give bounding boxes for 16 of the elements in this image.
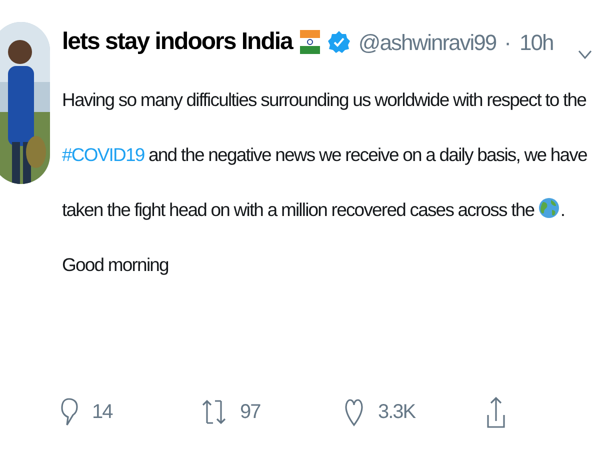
- speech-bubble-icon: [60, 397, 78, 427]
- author-handle[interactable]: @ashwinravi99: [358, 26, 496, 58]
- tweet-text: Having so many difficulties surrounding us worldwide with respect to the #COVID19 and the negative news we receive on a daily basis, we have taken the fight head on with a million recovered cases across the . Good morning: [62, 88, 588, 277]
- like-button[interactable]: 3.3K: [344, 390, 486, 434]
- hashtag-link[interactable]: #COVID19: [62, 144, 144, 165]
- flag-icon: [300, 30, 320, 54]
- retweet-button[interactable]: 97: [202, 390, 344, 434]
- heart-icon: [344, 397, 364, 427]
- tweet-time[interactable]: 10h: [519, 26, 554, 58]
- retweet-icon: [202, 397, 226, 427]
- author-name[interactable]: lets stay indoors India: [62, 24, 292, 60]
- reply-button[interactable]: 14: [60, 390, 202, 434]
- chevron-down-icon[interactable]: [578, 50, 592, 60]
- globe-icon: [538, 196, 560, 220]
- share-icon: [486, 395, 506, 429]
- separator-dot: ·: [504, 28, 512, 56]
